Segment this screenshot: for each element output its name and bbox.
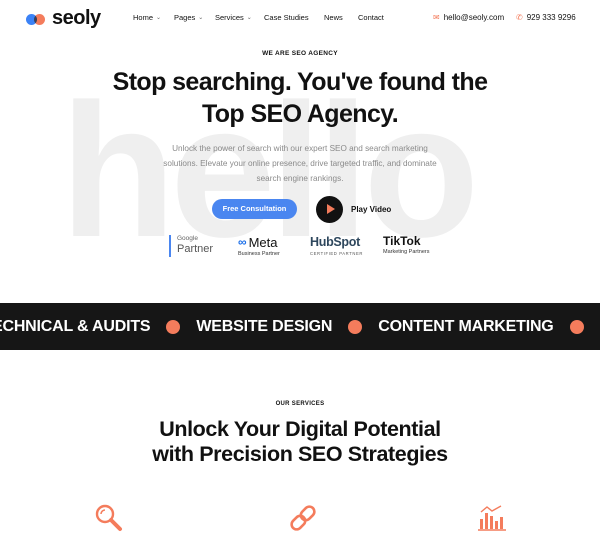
meta-sub: Business Partner	[238, 251, 280, 257]
phone-text: 929 333 9296	[526, 13, 576, 22]
free-consultation-button[interactable]: Free Consultation	[212, 199, 297, 219]
marquee-item: ECHNICAL & AUDITS	[0, 317, 151, 335]
tiktok-name: TikTok	[383, 234, 421, 248]
phone-link[interactable]: ✆ 929 333 9296	[516, 13, 576, 22]
services-marquee: ECHNICAL & AUDITS WEBSITE DESIGN CONTENT…	[0, 303, 600, 350]
services-title: Unlock Your Digital Potential with Preci…	[152, 417, 448, 466]
marquee-item: WEBSITE DESIGN	[196, 317, 333, 335]
chevron-down-icon: ⌄	[246, 15, 252, 21]
email-text: hello@seoly.com	[443, 13, 505, 22]
logo-mark	[26, 13, 48, 25]
nav-news[interactable]: News	[324, 13, 343, 22]
logo-text: seoly	[52, 7, 101, 29]
nav-services[interactable]: Services ⌄	[215, 13, 252, 22]
dot-separator	[348, 319, 363, 334]
hero-description: Unlock the power of search with our expe…	[163, 144, 437, 183]
meta-partner-badge: ∞ Meta Business Partner	[238, 235, 280, 258]
marquee-item: CONTENT MARKETING	[378, 317, 554, 335]
chevron-down-icon: ⌄	[156, 15, 162, 21]
google-partner-line1: Google	[177, 235, 198, 242]
hubspot-name: HubSpot	[310, 235, 360, 249]
tiktok-sub: Marketing Partners	[383, 249, 430, 255]
link-icon	[290, 505, 316, 531]
nav-home-label: Home	[133, 13, 154, 22]
nav-contact[interactable]: Contact	[358, 13, 384, 22]
chevron-down-icon: ⌄	[198, 15, 204, 21]
phone-icon: ✆	[516, 13, 523, 22]
hubspot-partner-badge: HubSpot CERTIFIED PARTNER	[310, 235, 364, 257]
site-header: seoly Home ⌄ Pages ⌄ Services ⌄ Case Studie…	[0, 0, 600, 38]
meta-name: Meta	[248, 235, 278, 250]
google-partner-badge: Google Partner	[169, 235, 213, 257]
nav-pages-label: Pages	[174, 13, 196, 22]
tiktok-partner-badge: TikTok Marketing Partners	[383, 234, 430, 256]
play-icon	[316, 196, 343, 223]
services-eyebrow: OUR SERVICES	[275, 401, 325, 407]
email-link[interactable]: ✉ hello@seoly.com	[433, 13, 504, 22]
nav-case-studies[interactable]: Case Studies	[264, 13, 309, 22]
logo[interactable]: seoly	[26, 7, 101, 30]
dot-separator	[569, 319, 584, 334]
hero-eyebrow: WE ARE SEO AGENCY	[262, 50, 338, 57]
dot-separator	[166, 319, 181, 334]
play-video-label: Play Video	[351, 205, 392, 214]
play-video-button[interactable]: Play Video	[316, 196, 391, 223]
bar-chart-icon	[478, 505, 506, 531]
hubspot-sub: CERTIFIED PARTNER	[310, 251, 364, 256]
meta-infinity-icon: ∞	[238, 235, 247, 249]
envelope-icon: ✉	[433, 13, 440, 22]
nav-home[interactable]: Home ⌄	[133, 13, 161, 22]
google-partner-line2: Partner	[177, 243, 214, 255]
nav-pages[interactable]: Pages ⌄	[174, 13, 203, 22]
search-icon	[95, 504, 122, 531]
nav-services-label: Services	[215, 13, 244, 22]
hero-title: Stop searching. You've found the Top SEO…	[112, 68, 488, 128]
